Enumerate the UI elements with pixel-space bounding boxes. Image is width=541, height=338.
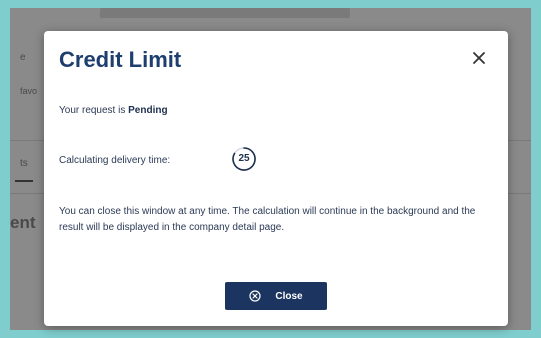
background-fragment: ts [20, 158, 28, 169]
close-icon[interactable] [470, 49, 488, 67]
background-fragment: e [20, 52, 26, 63]
request-status: Your request is Pending [59, 105, 168, 116]
credit-limit-dialog: Credit Limit Your request is Pending Cal… [44, 31, 508, 326]
background-tab-underline [15, 180, 33, 182]
close-button[interactable]: Close [225, 282, 327, 310]
circle-x-icon [249, 290, 261, 302]
calculating-label: Calculating delivery time: [59, 154, 171, 166]
countdown-value: 25 [238, 153, 250, 164]
background-header-bar [100, 8, 350, 18]
close-button-label: Close [275, 290, 303, 302]
background-fragment: ent [10, 213, 36, 232]
countdown-timer: 25 [231, 146, 257, 172]
status-prefix: Your request is [59, 105, 129, 116]
calculating-row: Calculating delivery time: 25 [59, 147, 256, 173]
background-fragment: favo [20, 86, 38, 96]
status-value: Pending [128, 105, 168, 116]
info-message: You can close this window at any time. T… [59, 206, 476, 233]
dialog-title: Credit Limit [59, 47, 182, 72]
